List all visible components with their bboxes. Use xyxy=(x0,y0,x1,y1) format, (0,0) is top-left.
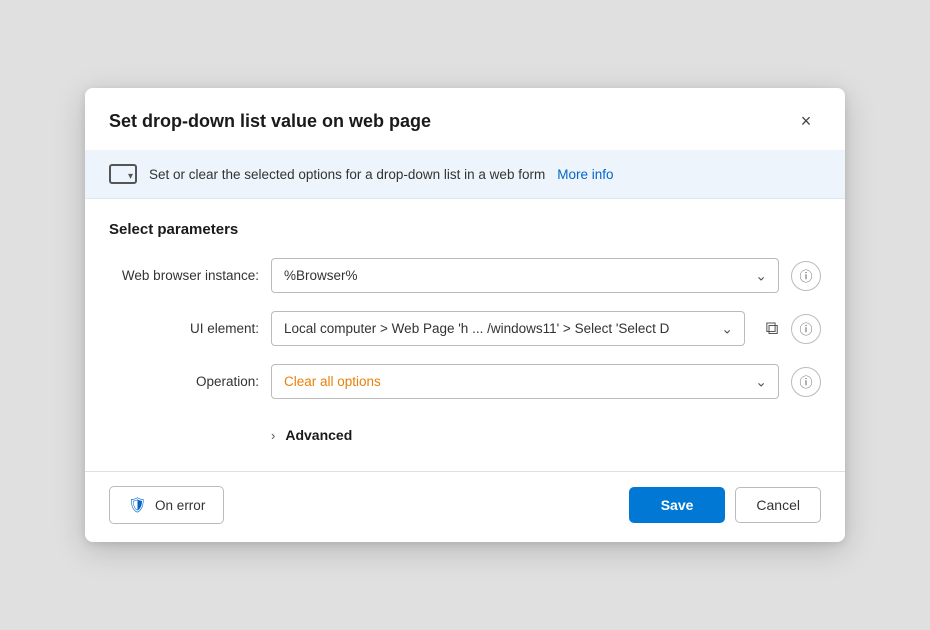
stack-icon: ⧉ xyxy=(766,318,779,339)
dialog-title: Set drop-down list value on web page xyxy=(109,111,431,132)
ui-element-select-wrapper: Local computer > Web Page 'h ... /window… xyxy=(271,311,745,346)
banner-text: Set or clear the selected options for a … xyxy=(149,167,545,182)
footer-right: Save Cancel xyxy=(629,487,821,523)
shield-icon: 🛡 xyxy=(128,496,147,514)
ui-element-icons: ⧉ ⓘ xyxy=(757,314,821,344)
operation-info-button[interactable]: ⓘ xyxy=(791,367,821,397)
cancel-button[interactable]: Cancel xyxy=(735,487,821,523)
more-info-link[interactable]: More info xyxy=(557,167,613,182)
ui-element-row: UI element: Local computer > Web Page 'h… xyxy=(109,311,821,346)
browser-info-icon: ⓘ xyxy=(799,266,812,285)
dialog-header: Set drop-down list value on web page × xyxy=(85,88,845,150)
browser-label: Web browser instance: xyxy=(109,268,259,283)
operation-select[interactable]: Clear all options xyxy=(271,364,779,399)
ui-element-select[interactable]: Local computer > Web Page 'h ... /window… xyxy=(271,311,745,346)
section-title: Select parameters xyxy=(109,221,821,238)
operation-label: Operation: xyxy=(109,374,259,389)
advanced-section[interactable]: › Advanced xyxy=(121,417,821,453)
ui-element-label: UI element: xyxy=(109,321,259,336)
dropdown-icon xyxy=(109,164,137,184)
close-button[interactable]: × xyxy=(791,106,821,136)
ui-element-info-button[interactable]: ⓘ xyxy=(791,314,821,344)
on-error-label: On error xyxy=(155,498,205,513)
save-button[interactable]: Save xyxy=(629,487,726,523)
ui-element-stack-button[interactable]: ⧉ xyxy=(757,314,787,344)
browser-info-button[interactable]: ⓘ xyxy=(791,261,821,291)
browser-row: Web browser instance: %Browser% ⌄ ⓘ xyxy=(109,258,821,293)
ui-element-info-icon: ⓘ xyxy=(799,319,812,338)
dialog-footer: 🛡 On error Save Cancel xyxy=(85,472,845,542)
operation-select-wrapper: Clear all options ⌄ xyxy=(271,364,779,399)
info-banner: Set or clear the selected options for a … xyxy=(85,150,845,199)
operation-row: Operation: Clear all options ⌄ ⓘ xyxy=(109,364,821,399)
dialog: Set drop-down list value on web page × S… xyxy=(85,88,845,542)
browser-select[interactable]: %Browser% xyxy=(271,258,779,293)
operation-info-icon: ⓘ xyxy=(799,372,812,391)
dialog-body: Select parameters Web browser instance: … xyxy=(85,199,845,463)
advanced-label: Advanced xyxy=(285,427,352,443)
on-error-button[interactable]: 🛡 On error xyxy=(109,486,224,524)
browser-select-wrapper: %Browser% ⌄ xyxy=(271,258,779,293)
advanced-chevron-icon: › xyxy=(271,428,275,443)
